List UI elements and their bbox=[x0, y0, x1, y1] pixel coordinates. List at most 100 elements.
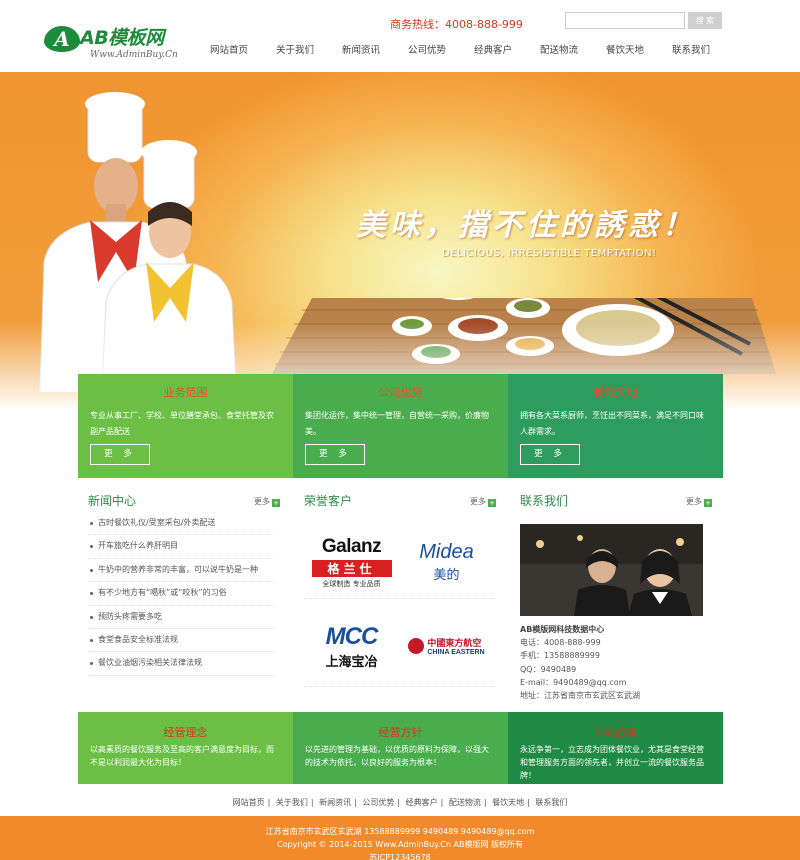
hero-banner: 美味，擋不住的誘惑！ DELICIOUS, IRRESISTIBLE TEMPT… bbox=[0, 72, 800, 408]
contact-mobile: 手机：13588889999 bbox=[520, 651, 600, 661]
galanz-tagline: 全球制造 专业品质 bbox=[322, 579, 381, 588]
philosophy-title: 经管理念 bbox=[163, 726, 208, 739]
contact-qq: QQ：9490489 bbox=[520, 664, 577, 674]
plus-icon: + bbox=[704, 499, 712, 507]
footer-link-home[interactable]: 网站首页 bbox=[233, 798, 265, 807]
company-name: AB模版网科技数据中心 bbox=[520, 625, 605, 634]
site-logo[interactable]: A AB模板网 Www.AdminBuy.Cn bbox=[44, 26, 194, 66]
search-button[interactable]: 搜 索 bbox=[688, 12, 722, 29]
contact-info: AB模版网科技数据中心 电话：4008-888-999 手机：135888899… bbox=[520, 624, 720, 703]
feature-text: 专业从事工厂、学校、单位膳堂承包、食堂托管及农副产品配送 bbox=[90, 411, 274, 436]
midea-chinese: 美的 bbox=[433, 568, 460, 583]
client-logos: Galanz 格兰仕 全球制造 专业品质 Midea 美的 MCC 上海宝冶 中… bbox=[304, 520, 494, 690]
nav-item-contact[interactable]: 联系我们 bbox=[658, 42, 724, 56]
footer-nav: 网站首页 | 关于我们 | 新闻资讯 | 公司优势 | 经典客户 | 配送物流 | 餐饮天地… bbox=[232, 798, 568, 807]
logo-subtitle: Www.AdminBuy.Cn bbox=[90, 50, 178, 60]
mcc-wordmark: MCC bbox=[325, 622, 379, 650]
footer-link-news[interactable]: 新闻资讯 bbox=[319, 798, 351, 807]
vision-title: 公司愿景 bbox=[593, 726, 638, 739]
nav-item-advantages[interactable]: 公司优势 bbox=[394, 42, 460, 56]
list-item[interactable]: 预防头疼需要多吃 bbox=[88, 606, 274, 629]
feature-row: 业务范围 专业从事工厂、学校、单位膳堂承包、食堂托管及农副产品配送 更 多 公司… bbox=[78, 374, 723, 478]
divider bbox=[304, 598, 494, 599]
more-button[interactable]: 更 多 bbox=[90, 444, 150, 465]
client-logo-midea[interactable]: Midea 美的 bbox=[399, 520, 494, 604]
client-logo-china-eastern[interactable]: 中國東方航空 CHINA EASTERN bbox=[399, 604, 494, 688]
footer-link-clients[interactable]: 经典客户 bbox=[406, 798, 438, 807]
news-more-link[interactable]: 更多 + bbox=[254, 496, 280, 507]
logo-mark-icon: A bbox=[44, 26, 80, 52]
policy-box: 经营方针 以先进的管理为基础，以优质的原料为保障，以强大的技术为依托，以良好的服… bbox=[293, 712, 508, 784]
feature-catering: 餐饮天地 拥有各大菜系厨师，烹饪出不同菜系，满足不同口味人群需求。 更 多 bbox=[508, 374, 723, 478]
logo-text: AB模板网 bbox=[80, 27, 164, 49]
client-logo-mcc[interactable]: MCC 上海宝冶 bbox=[304, 604, 399, 688]
clients-section-title: 荣誉客户 bbox=[304, 494, 353, 508]
policy-text: 以先进的管理为基础，以优质的原料为保障，以强大的技术为依托，以良好的服务为根本！ bbox=[305, 745, 489, 767]
main-nav: 网站首页 关于我们 新闻资讯 公司优势 经典客户 配送物流 餐饮天地 联系我们 bbox=[196, 42, 724, 56]
footer-link-contact[interactable]: 联系我们 bbox=[535, 798, 567, 807]
vision-text: 永远争第一，立志成为团体餐饮业，尤其是食堂经营和管理服务方面的领先者，并创立一流… bbox=[520, 745, 704, 780]
business-hotline: 商务热线：4008-888-999 bbox=[390, 18, 523, 31]
list-item[interactable]: 牛奶中的营养非常的丰富，可以说牛奶是一种 bbox=[88, 559, 274, 583]
nav-item-logistics[interactable]: 配送物流 bbox=[526, 42, 592, 56]
footer-link-catering[interactable]: 餐饮天地 bbox=[492, 798, 524, 807]
client-logo-galanz[interactable]: Galanz 格兰仕 全球制造 专业品质 bbox=[304, 520, 399, 604]
nav-item-clients[interactable]: 经典客户 bbox=[460, 42, 526, 56]
footer-copyright: Copyright © 2014-2015 Www.AdminBuy.Cn AB… bbox=[276, 840, 524, 849]
list-item[interactable]: 古时餐饮礼仪/受室采包/外卖配送 bbox=[88, 512, 274, 536]
banner-slogan-english: DELICIOUS, IRRESISTIBLE TEMPTATION! bbox=[442, 248, 657, 259]
philosophy-text: 以高素质的餐饮服务及至高的客户满意度为目标，而不是以利润最大化为目标！ bbox=[90, 745, 274, 767]
policy-title: 经营方针 bbox=[378, 726, 423, 739]
clients-more-link[interactable]: 更多 + bbox=[470, 496, 496, 507]
divider bbox=[304, 686, 494, 687]
feature-text: 集团化运作，集中统一管理，自营统一采购，价廉物美。 bbox=[305, 411, 489, 436]
footer-icp: 苏ICP12345678 bbox=[369, 853, 431, 860]
plus-icon: + bbox=[488, 499, 496, 507]
banner-slogan: 美味，擋不住的誘惑！ bbox=[356, 208, 696, 243]
contact-section-title: 联系我们 bbox=[520, 494, 569, 508]
plus-icon: + bbox=[272, 499, 280, 507]
galanz-chinese: 格兰仕 bbox=[311, 559, 392, 577]
feature-text: 拥有各大菜系厨师，烹饪出不同菜系，满足不同口味人群需求。 bbox=[520, 411, 704, 436]
china-eastern-emblem-icon bbox=[408, 638, 425, 654]
more-label: 更多 bbox=[686, 497, 702, 506]
feature-business-scope: 业务范围 专业从事工厂、学校、单位膳堂承包、食堂托管及农副产品配送 更 多 bbox=[78, 374, 293, 478]
mcc-chinese: 上海宝冶 bbox=[325, 654, 378, 670]
feature-company-advantages: 公司优势 集团化运作，集中统一管理，自营统一采购，价廉物美。 更 多 bbox=[293, 374, 508, 478]
philosophy-row: 经管理念 以高素质的餐饮服务及至高的客户满意度为目标，而不是以利润最大化为目标！… bbox=[78, 712, 723, 784]
vision-box: 公司愿景 永远争第一，立志成为团体餐饮业，尤其是食堂经营和管理服务方面的领先者，… bbox=[508, 712, 723, 784]
midea-wordmark: Midea bbox=[419, 541, 474, 563]
more-label: 更多 bbox=[254, 497, 270, 506]
site-header: A AB模板网 Www.AdminBuy.Cn 商务热线：4008-888-99… bbox=[0, 0, 800, 72]
contact-more-link[interactable]: 更多 + bbox=[686, 496, 712, 507]
news-list: 古时餐饮礼仪/受室采包/外卖配送 开车旅吃什么养肝明目 牛奶中的营养非常的丰富，… bbox=[88, 512, 274, 676]
footer-contact-line: 江苏省南京市玄武区玄武湖 13588889999 9490489 9490489… bbox=[265, 827, 535, 836]
list-item[interactable]: 开车旅吃什么养肝明目 bbox=[88, 535, 274, 559]
news-section-title: 新闻中心 bbox=[88, 494, 137, 508]
site-footer: 江苏省南京市玄武区玄武湖 13588889999 9490489 9490489… bbox=[0, 816, 800, 860]
contact-address: 地址：江苏省南京市玄武区玄武湖 bbox=[520, 690, 640, 700]
more-label: 更多 bbox=[470, 497, 486, 506]
nav-item-catering[interactable]: 餐饮天地 bbox=[592, 42, 658, 56]
feature-title: 公司优势 bbox=[378, 386, 423, 399]
more-button[interactable]: 更 多 bbox=[520, 444, 580, 465]
more-button[interactable]: 更 多 bbox=[305, 444, 365, 465]
list-item[interactable]: 餐饮业油烟污染相关法律法规 bbox=[88, 652, 274, 676]
footer-link-advantages[interactable]: 公司优势 bbox=[362, 798, 394, 807]
philosophy-box: 经管理念 以高素质的餐饮服务及至高的客户满意度为目标，而不是以利润最大化为目标！ bbox=[78, 712, 293, 784]
contact-phone: 电话：4008-888-999 bbox=[520, 638, 601, 648]
search-input[interactable] bbox=[565, 12, 685, 29]
galanz-wordmark: Galanz bbox=[321, 535, 382, 557]
customer-service-photo bbox=[520, 524, 703, 616]
nav-item-home[interactable]: 网站首页 bbox=[196, 42, 262, 56]
feature-title: 业务范围 bbox=[163, 386, 208, 399]
china-eastern-english: CHINA EASTERN bbox=[427, 649, 485, 656]
footer-link-logistics[interactable]: 配送物流 bbox=[449, 798, 481, 807]
feature-title: 餐饮天地 bbox=[593, 386, 638, 399]
nav-item-about[interactable]: 关于我们 bbox=[262, 42, 328, 56]
contact-email: E-mail：9490489@qq.com bbox=[520, 677, 627, 687]
nav-item-news[interactable]: 新闻资讯 bbox=[328, 42, 394, 56]
list-item[interactable]: 有不少地方有“噶秋”或“咬秋”的习俗 bbox=[88, 582, 274, 606]
list-item[interactable]: 食堂食品安全标准法规 bbox=[88, 629, 274, 653]
footer-link-about[interactable]: 关于我们 bbox=[276, 798, 308, 807]
